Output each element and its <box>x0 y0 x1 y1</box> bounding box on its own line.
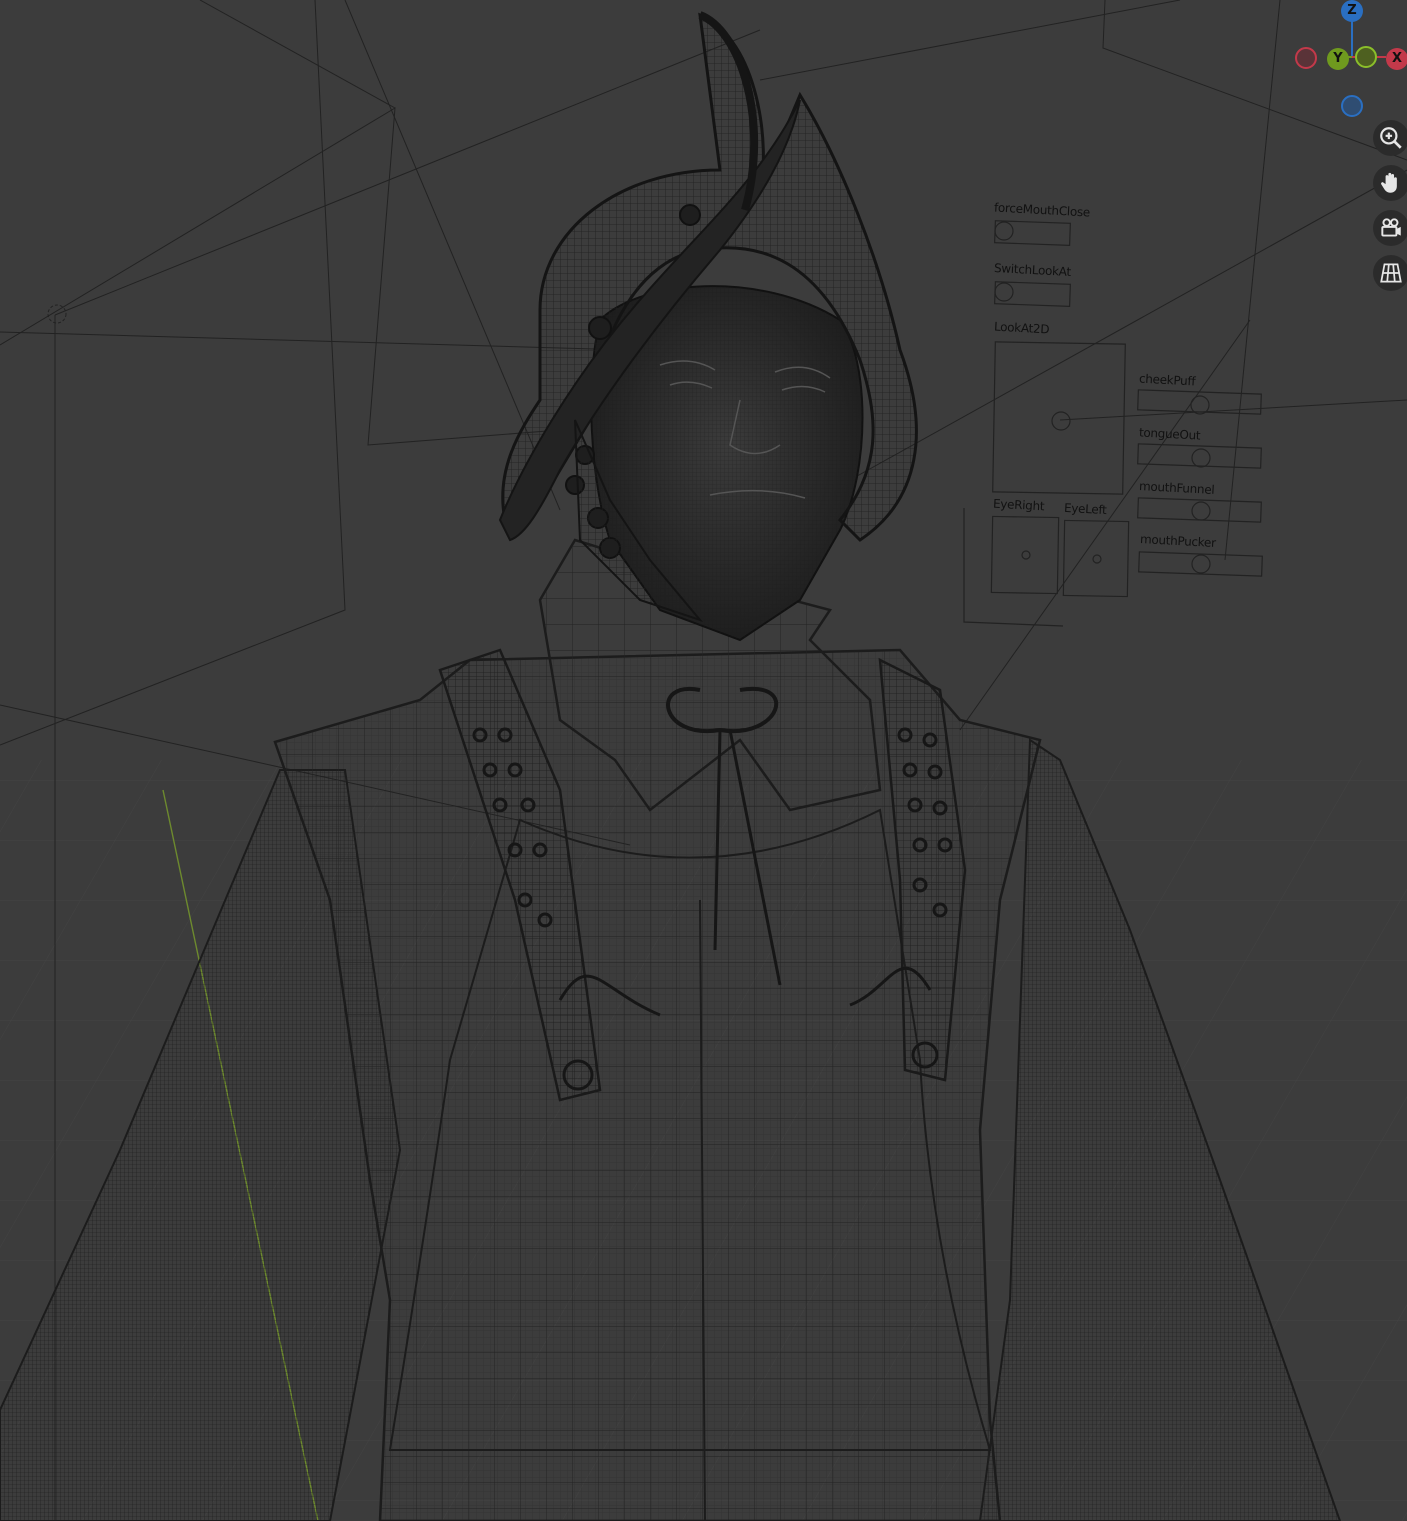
rig-label-look-at-2d: LookAt2D <box>993 319 1050 337</box>
gizmo-neg-y-axis[interactable] <box>1355 46 1377 68</box>
gizmo-neg-x-axis[interactable] <box>1295 47 1317 69</box>
gizmo-y-axis[interactable]: Y <box>1327 48 1349 70</box>
zoom-icon <box>1380 127 1402 149</box>
3d-viewport[interactable]: forceMouthClose SwitchLookAt LookAt2D ch… <box>0 0 1407 1521</box>
rig-label-cheek-puff: cheekPuff <box>1138 371 1196 389</box>
zoom-button[interactable] <box>1373 120 1407 156</box>
wireframe-scene <box>0 0 1407 1521</box>
ortho-toggle-button[interactable] <box>1373 255 1407 291</box>
gizmo-x-axis[interactable]: X <box>1386 48 1407 70</box>
camera-view-button[interactable] <box>1373 210 1407 246</box>
gizmo-z-axis[interactable]: Z <box>1341 0 1363 22</box>
rig-label-eye-right: EyeRight <box>992 496 1045 514</box>
grid-icon <box>1380 263 1402 283</box>
hand-icon <box>1381 172 1397 193</box>
rig-label-eye-left: EyeLeft <box>1063 500 1107 518</box>
gizmo-neg-z-axis[interactable] <box>1341 95 1363 117</box>
axis-gizmo[interactable]: Z Y X <box>1290 0 1407 125</box>
pan-button[interactable] <box>1373 165 1407 201</box>
camera-icon <box>1381 218 1401 237</box>
